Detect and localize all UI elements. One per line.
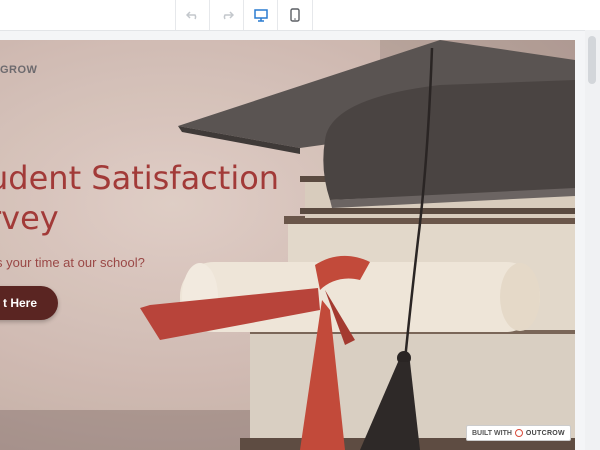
undo-button[interactable] [175,0,210,30]
scrollbar-thumb[interactable] [588,36,596,84]
title-line-2: rvey [0,199,59,237]
mobile-icon [290,8,300,22]
mobile-view-button[interactable] [277,0,313,30]
brand-logo-icon [514,429,523,437]
logo: GROW [0,64,38,76]
badge-brand: OUTCROW [525,429,565,437]
start-button[interactable]: t Here [0,286,58,320]
title-line-1: udent Satisfaction [0,159,280,197]
editor-toolbar [0,0,600,31]
desktop-icon [254,8,268,22]
redo-button[interactable] [209,0,244,30]
page-subtitle: s your time at our school? [0,255,145,270]
desktop-view-button[interactable] [243,0,278,30]
badge-prefix: BUILT WITH [472,429,512,437]
page-preview: GROW udent Satisfaction rvey s your time… [0,40,575,450]
graduation-illustration [0,40,575,450]
redo-icon [223,11,234,20]
scrollbar[interactable] [585,30,600,450]
undo-icon [186,11,197,20]
page-title: udent Satisfaction rvey [0,158,318,238]
built-with-badge[interactable]: BUILT WITH OUTCROW [466,425,571,441]
